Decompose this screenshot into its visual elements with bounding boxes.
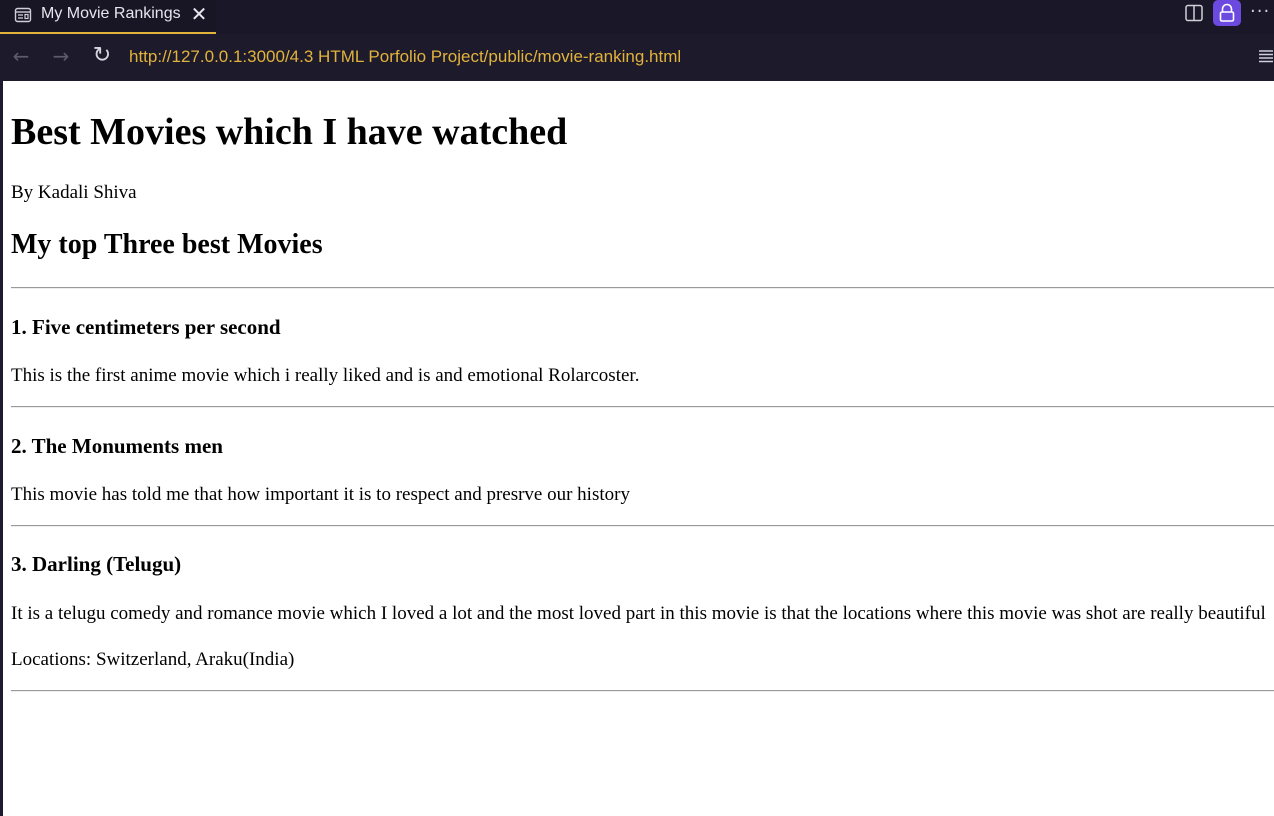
forward-arrow-icon[interactable]: → xyxy=(49,44,73,68)
lock-button[interactable] xyxy=(1213,0,1241,26)
movie-description-1: This is the first anime movie which i re… xyxy=(11,365,640,386)
movie-locations-3: Locations: Switzerland, Araku(India) xyxy=(11,649,295,670)
divider xyxy=(11,525,1274,527)
tab-title: My Movie Rankings xyxy=(41,5,181,22)
lock-icon xyxy=(1219,3,1235,22)
split-view-icon[interactable] xyxy=(1184,3,1204,23)
page-icon xyxy=(14,6,32,24)
reload-icon[interactable]: ↻ xyxy=(90,44,114,68)
divider xyxy=(11,287,1274,289)
byline: By Kadali Shiva xyxy=(11,182,137,203)
divider xyxy=(11,690,1274,692)
address-bar: ← → ↻ http://127.0.0.1:3000/4.3 HTML Por… xyxy=(0,34,1274,81)
movie-description-2: This movie has told me that how importan… xyxy=(11,484,630,505)
section-heading: My top Three best Movies xyxy=(11,229,323,260)
back-arrow-icon[interactable]: ← xyxy=(9,44,33,68)
movie-title-3: 3. Darling (Telugu) xyxy=(11,552,182,576)
movie-title-1: 1. Five centimeters per second xyxy=(11,315,281,339)
tab-movie-rankings[interactable]: My Movie Rankings ✕ xyxy=(0,0,216,34)
menu-icon[interactable] xyxy=(1258,48,1274,64)
movie-title-2: 2. The Monuments men xyxy=(11,434,223,458)
page-content: Best Movies which I have watched By Kada… xyxy=(3,81,1274,816)
url-field[interactable]: http://127.0.0.1:3000/4.3 HTML Porfolio … xyxy=(129,46,681,68)
page-title: Best Movies which I have watched xyxy=(11,111,568,153)
divider xyxy=(11,406,1274,408)
movie-description-3: It is a telugu comedy and romance movie … xyxy=(11,603,1266,624)
close-icon[interactable]: ✕ xyxy=(188,3,210,25)
tab-bar: My Movie Rankings ✕ ··· xyxy=(0,0,1274,34)
more-icon[interactable]: ··· xyxy=(1250,2,1270,22)
